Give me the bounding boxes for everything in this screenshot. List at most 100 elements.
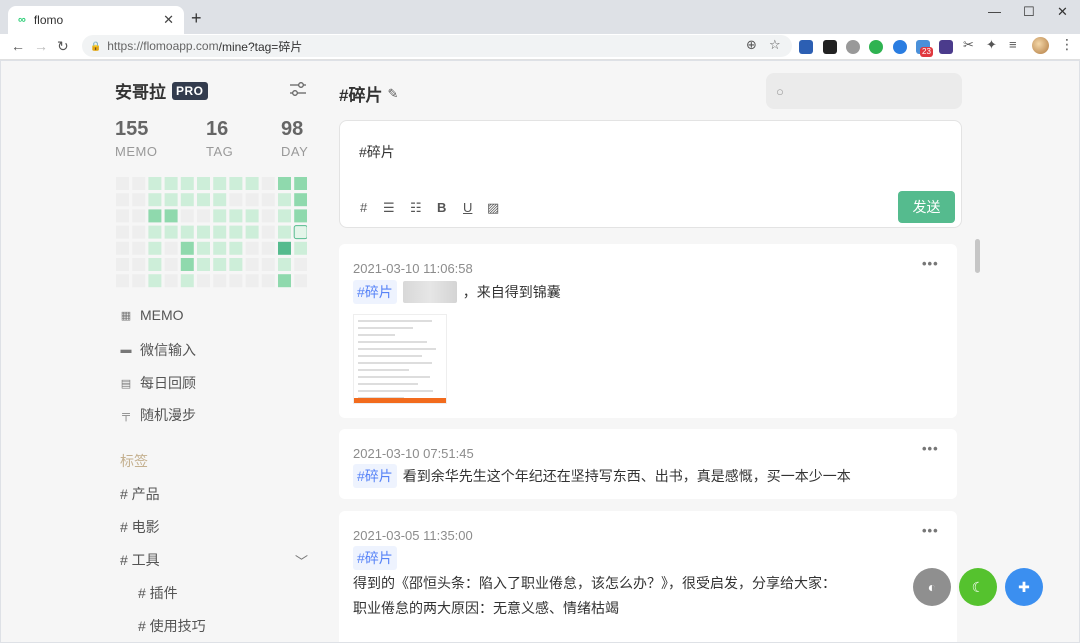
heatmap-cell[interactable] (278, 225, 291, 239)
search-input[interactable]: ○ (766, 73, 962, 109)
heatmap-cell[interactable] (116, 274, 129, 288)
tag-movie[interactable]: # 电影 (120, 517, 160, 537)
heatmap-cell[interactable] (261, 193, 275, 207)
editor-content[interactable]: #碎片 (359, 142, 395, 162)
heatmap-cell[interactable] (116, 177, 129, 190)
reload-icon[interactable]: ↻ (57, 38, 69, 55)
heatmap-cell[interactable] (245, 193, 259, 207)
extension-blue-icon[interactable] (893, 40, 907, 54)
heatmap-cell[interactable] (132, 209, 146, 223)
heatmap-cell[interactable] (148, 209, 162, 223)
chevron-down-icon[interactable]: ﹀ (295, 551, 308, 570)
heatmap-cell[interactable] (229, 258, 243, 271)
extension-green-icon[interactable] (869, 40, 883, 54)
memo-tag-chip[interactable]: #碎片 (353, 546, 397, 570)
heatmap-cell[interactable] (245, 225, 259, 239)
tag-tools[interactable]: # 工具 (120, 550, 160, 570)
tag-product[interactable]: # 产品 (120, 484, 160, 504)
heatmap-cell[interactable] (197, 225, 210, 239)
browser-tab[interactable]: ∞ flomo ✕ (8, 6, 184, 34)
heatmap-cell[interactable] (294, 177, 307, 190)
heatmap-cell[interactable] (278, 241, 291, 255)
extension-gray-icon[interactable] (846, 40, 860, 54)
heatmap-cell[interactable] (180, 274, 194, 288)
send-button[interactable]: 发送 (898, 191, 955, 223)
new-tab-icon[interactable]: + (191, 8, 202, 29)
scissors-icon[interactable]: ✂ (963, 37, 974, 53)
add-fab-button[interactable]: ✚ (1005, 568, 1043, 606)
more-menu-icon[interactable]: ••• (922, 441, 939, 456)
tag-plugins[interactable]: # 插件 (138, 583, 178, 603)
heatmap-cell[interactable] (278, 258, 291, 271)
heatmap-cell[interactable] (132, 258, 146, 271)
tab-close-icon[interactable]: ✕ (163, 12, 174, 28)
back-icon[interactable]: ← (11, 38, 25, 54)
heatmap-cell[interactable] (132, 225, 146, 239)
heatmap-cell[interactable] (197, 193, 210, 207)
heatmap-cell[interactable] (229, 177, 243, 190)
extension-download-icon[interactable] (799, 40, 813, 54)
more-menu-icon[interactable]: ••• (922, 256, 939, 271)
heatmap-cell[interactable] (180, 193, 194, 207)
reading-list-icon[interactable]: ≡ (1009, 37, 1017, 52)
nav-random-walk[interactable]: ╤ 随机漫步 (119, 405, 196, 425)
heatmap-cell[interactable] (148, 193, 162, 207)
heatmap-cell[interactable] (213, 241, 227, 255)
heatmap-cell[interactable] (197, 177, 210, 190)
heatmap-cell[interactable] (132, 193, 146, 207)
heatmap-cell[interactable] (278, 274, 291, 288)
bold-button[interactable]: B (437, 200, 446, 215)
heatmap-cell[interactable] (261, 177, 275, 190)
toggle-fab-button[interactable]: ◐ (913, 568, 951, 606)
heatmap-cell[interactable] (180, 258, 194, 271)
heatmap-cell[interactable] (180, 241, 194, 255)
heatmap-cell[interactable] (294, 241, 307, 255)
heatmap-cell[interactable] (148, 177, 162, 190)
heatmap-cell[interactable] (245, 241, 259, 255)
heatmap-cell[interactable] (116, 193, 129, 207)
puzzle-icon[interactable]: ✦ (986, 37, 997, 53)
heatmap-cell[interactable] (148, 258, 162, 271)
bookmark-star-icon[interactable]: ☆ (769, 37, 781, 53)
heatmap-cell[interactable] (213, 177, 227, 190)
heatmap-cell[interactable] (294, 193, 307, 207)
maximize-icon[interactable]: ☐ (1023, 4, 1035, 20)
heatmap-cell[interactable] (132, 177, 146, 190)
heatmap-cell[interactable] (245, 177, 259, 190)
zoom-icon[interactable]: ⊕ (746, 37, 757, 53)
close-window-icon[interactable]: ✕ (1057, 4, 1068, 20)
heatmap-cell[interactable] (213, 225, 227, 239)
memo-editor[interactable]: #碎片 # ☰ ☷ B U ▨ 发送 (339, 120, 962, 228)
memo-tag-chip[interactable]: #碎片 (353, 280, 397, 304)
forward-icon[interactable]: → (34, 38, 48, 54)
tag-hash-button[interactable]: # (360, 200, 367, 215)
extension-store-icon[interactable] (823, 40, 837, 54)
heatmap-cell[interactable] (148, 241, 162, 255)
image-icon[interactable]: ▨ (487, 200, 499, 216)
heatmap-cell[interactable] (278, 177, 291, 190)
heatmap-cell[interactable] (213, 209, 227, 223)
settings-sliders-icon[interactable] (289, 81, 307, 97)
heatmap-cell[interactable] (261, 258, 275, 271)
heatmap-cell[interactable] (294, 274, 307, 288)
nav-memo[interactable]: ▦ MEMO (119, 307, 184, 323)
heatmap-cell[interactable] (245, 258, 259, 271)
heatmap-cell[interactable] (197, 258, 210, 271)
heatmap-cell[interactable] (197, 241, 210, 255)
scrollbar-thumb[interactable] (975, 239, 980, 273)
heatmap-cell[interactable] (229, 225, 243, 239)
heatmap-cell[interactable] (148, 274, 162, 288)
nav-wechat-input[interactable]: ▬ 微信输入 (119, 340, 197, 360)
heatmap-cell[interactable] (261, 209, 275, 223)
heatmap-cell[interactable] (164, 193, 178, 207)
heatmap-cell[interactable] (116, 241, 129, 255)
heatmap-cell[interactable] (164, 177, 178, 190)
heatmap-cell[interactable] (180, 225, 194, 239)
heatmap-cell[interactable] (164, 274, 178, 288)
heatmap-cell[interactable] (164, 225, 178, 239)
heatmap-cell[interactable] (116, 258, 129, 271)
heatmap-cell[interactable] (261, 241, 275, 255)
heatmap-cell[interactable] (132, 274, 146, 288)
address-bar[interactable]: 🔒 https://flomoapp.com /mine?tag=碎片 (82, 35, 792, 57)
heatmap-cell[interactable] (245, 209, 259, 223)
